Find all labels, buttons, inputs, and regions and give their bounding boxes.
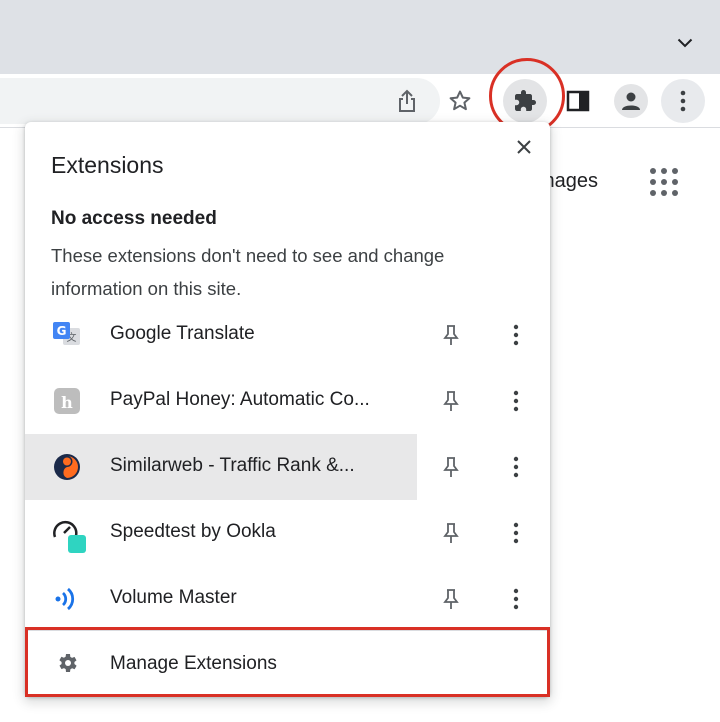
tab-strip bbox=[0, 0, 720, 74]
browser-menu-button[interactable] bbox=[661, 79, 705, 123]
tab-search-button[interactable] bbox=[670, 28, 700, 58]
more-vert-icon bbox=[513, 522, 519, 544]
section-description: These extensions don't need to see and c… bbox=[51, 245, 445, 299]
extensions-popup: Extensions No access needed These extens… bbox=[25, 122, 550, 697]
extension-row[interactable]: Speedtest by Ookla bbox=[25, 500, 550, 566]
pin-button[interactable] bbox=[437, 387, 465, 415]
more-menu-icon bbox=[680, 90, 686, 112]
browser-toolbar bbox=[0, 74, 720, 128]
pin-icon bbox=[443, 325, 459, 345]
pin-icon bbox=[443, 457, 459, 477]
extension-row[interactable]: Similarweb - Traffic Rank &... bbox=[25, 434, 550, 500]
chevron-down-icon bbox=[677, 38, 693, 48]
manage-extensions-button[interactable]: Manage Extensions bbox=[25, 631, 550, 695]
volume-master-icon bbox=[51, 583, 83, 615]
pin-button[interactable] bbox=[437, 453, 465, 481]
bookmark-button[interactable] bbox=[447, 88, 473, 114]
bookmark-star-icon bbox=[449, 90, 471, 111]
speedtest-icon bbox=[51, 517, 86, 553]
popup-title: Extensions bbox=[51, 152, 164, 178]
pin-button[interactable] bbox=[437, 321, 465, 349]
profile-avatar-icon bbox=[622, 92, 640, 110]
more-vert-icon bbox=[513, 390, 519, 412]
more-options-button[interactable] bbox=[503, 453, 529, 481]
pin-icon bbox=[443, 523, 459, 543]
avatar bbox=[614, 84, 648, 118]
extension-row[interactable]: Volume Master bbox=[25, 566, 550, 632]
more-vert-icon bbox=[513, 456, 519, 478]
google-translate-icon: 文 G bbox=[51, 319, 83, 351]
similarweb-icon bbox=[51, 451, 83, 483]
extension-name: Similarweb - Traffic Rank &... bbox=[110, 455, 355, 476]
side-panel-button[interactable] bbox=[556, 79, 600, 123]
extension-name: Volume Master bbox=[110, 587, 237, 608]
section-heading: No access needed bbox=[51, 208, 217, 229]
share-button[interactable] bbox=[394, 88, 420, 114]
more-vert-icon bbox=[513, 588, 519, 610]
pin-button[interactable] bbox=[437, 519, 465, 547]
close-button[interactable] bbox=[511, 134, 537, 160]
extension-name: Google Translate bbox=[110, 323, 255, 344]
extensions-puzzle-icon bbox=[515, 90, 536, 111]
more-options-button[interactable] bbox=[503, 585, 529, 613]
svg-text:h: h bbox=[61, 393, 73, 412]
honey-icon: h bbox=[51, 385, 83, 417]
extension-row[interactable]: h PayPal Honey: Automatic Co... bbox=[25, 368, 550, 434]
extension-name: PayPal Honey: Automatic Co... bbox=[110, 389, 370, 410]
more-options-button[interactable] bbox=[503, 321, 529, 349]
more-options-button[interactable] bbox=[503, 387, 529, 415]
extension-row[interactable]: 文 G Google Translate bbox=[25, 302, 550, 368]
share-icon bbox=[399, 89, 415, 112]
apps-grid-icon[interactable] bbox=[650, 168, 678, 196]
close-icon bbox=[517, 140, 531, 154]
extensions-button[interactable] bbox=[503, 79, 547, 123]
svg-text:G: G bbox=[57, 324, 67, 338]
pin-button[interactable] bbox=[437, 585, 465, 613]
side-panel-icon bbox=[566, 90, 590, 112]
profile-button[interactable] bbox=[609, 79, 653, 123]
extension-list: 文 G Google Translate h PayPal Honey: Aut… bbox=[25, 302, 550, 632]
manage-extensions-label: Manage Extensions bbox=[110, 653, 277, 674]
gear-icon bbox=[55, 651, 79, 675]
extension-name: Speedtest by Ookla bbox=[110, 521, 276, 542]
more-options-button[interactable] bbox=[503, 519, 529, 547]
address-bar[interactable] bbox=[0, 78, 471, 124]
pin-icon bbox=[443, 391, 459, 411]
pin-icon bbox=[443, 589, 459, 609]
more-vert-icon bbox=[513, 324, 519, 346]
